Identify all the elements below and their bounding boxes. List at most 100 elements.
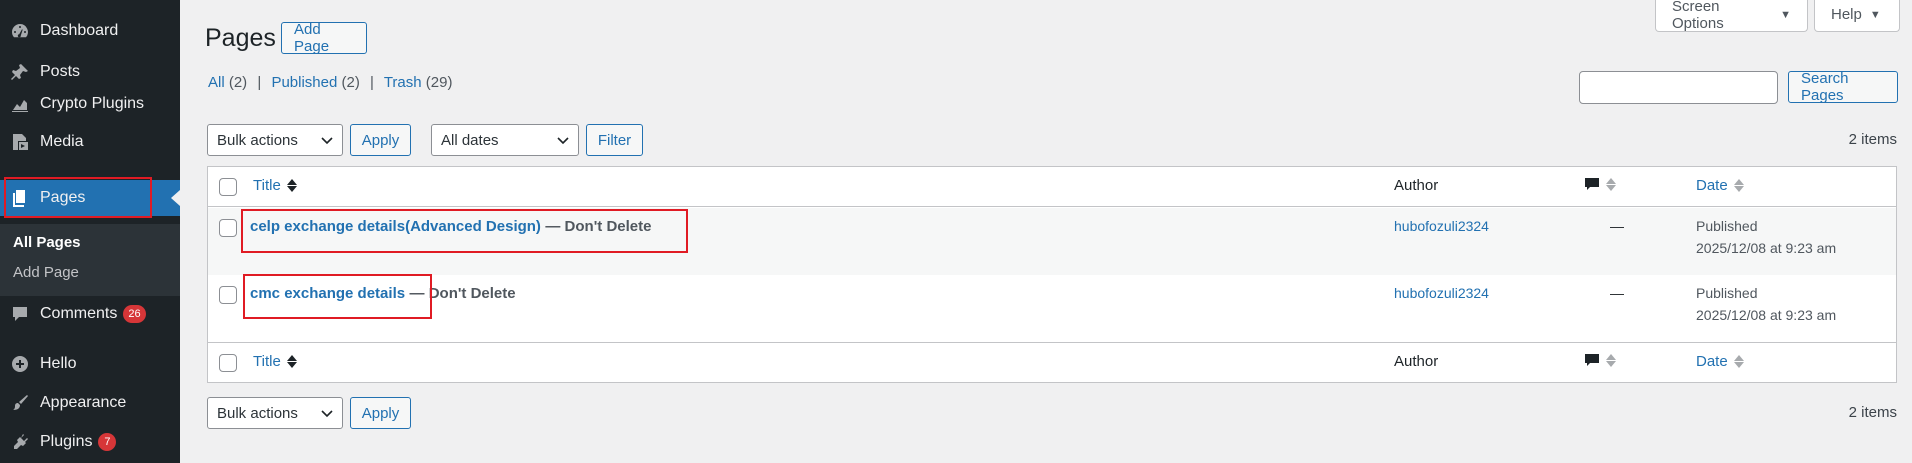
pages-submenu: All Pages Add Page [0, 224, 180, 296]
row-checkbox[interactable] [219, 219, 237, 237]
separator: | [370, 74, 374, 91]
post-date: 2025/12/08 at 9:23 am [1696, 307, 1837, 323]
page-title-link[interactable]: celp exchange details(Advanced Design) [250, 218, 541, 235]
sidebar-item-pages[interactable]: Pages [0, 180, 180, 216]
comments-count: — [1610, 218, 1624, 234]
chevron-down-icon [321, 137, 333, 145]
sidebar-item-label: Dashboard [40, 22, 119, 39]
row-title-cell: celp exchange details(Advanced Design) —… [250, 218, 651, 236]
author-column-header: Author [1394, 353, 1439, 370]
title-column-header[interactable]: Title [253, 353, 297, 370]
sort-icon [286, 355, 297, 368]
sort-icon [1733, 179, 1744, 192]
dashboard-icon [0, 21, 40, 41]
sidebar-item-label: Comments [40, 305, 118, 322]
comment-bubble-icon [1585, 354, 1599, 366]
date-filter-select[interactable]: All dates [431, 124, 579, 156]
add-page-button[interactable]: Add Page [281, 21, 367, 55]
apply-button[interactable]: Apply [350, 124, 411, 156]
sort-icon [1606, 177, 1616, 191]
date-filter-value: All dates [441, 131, 499, 149]
brush-icon [0, 393, 40, 413]
sidebar-item-label: Plugins [40, 433, 93, 450]
sidebar-item-label: Posts [40, 63, 81, 80]
filter-published-count: (2) [341, 74, 360, 91]
sidebar-item-comments[interactable]: Comments 26 [0, 296, 180, 332]
filter-button[interactable]: Filter [586, 124, 643, 156]
sidebar-item-label: Appearance [40, 394, 127, 411]
caret-down-icon: ▼ [1780, 8, 1791, 21]
comments-column-header[interactable] [1584, 352, 1616, 368]
sort-icon [1733, 355, 1744, 368]
filter-all-count: (2) [228, 74, 248, 91]
title-column-label: Title [253, 353, 281, 370]
help-label: Help [1831, 6, 1862, 23]
screen-options-label: Screen Options [1672, 0, 1724, 32]
date-column-label: Date [1696, 177, 1728, 194]
select-all-checkbox[interactable] [219, 178, 237, 196]
author-link[interactable]: hubofozuli2324 [1394, 285, 1489, 301]
filter-trash-count: (29) [425, 74, 453, 91]
chart-icon [0, 94, 40, 114]
page-title: Pages [205, 24, 276, 52]
table-header: Title Author Date [208, 167, 1896, 207]
help-button[interactable]: Help ▼ [1814, 0, 1900, 32]
plugins-count-badge: 7 [98, 433, 117, 451]
post-status: Published [1696, 285, 1758, 301]
post-state: — Don't Delete [409, 285, 516, 302]
apply-button-bottom[interactable]: Apply [350, 397, 411, 429]
page-title-link[interactable]: cmc exchange details [250, 285, 405, 302]
date-column-label: Date [1696, 353, 1728, 370]
post-state: — Don't Delete [545, 218, 652, 235]
sidebar-item-crypto-plugins[interactable]: Crypto Plugins [0, 86, 180, 122]
filter-published-link[interactable]: Published [271, 74, 337, 91]
row-title-cell: cmc exchange details — Don't Delete [250, 285, 516, 303]
table-footer: Title Author Date [208, 342, 1896, 383]
bulk-actions-value: Bulk actions [217, 404, 298, 422]
date-cell: Published 2025/12/08 at 9:23 am [1696, 282, 1836, 326]
sort-icon [1606, 353, 1616, 367]
pin-icon [0, 62, 40, 82]
title-column-header[interactable]: Title [253, 177, 297, 194]
comments-column-header[interactable] [1584, 176, 1616, 192]
author-link[interactable]: hubofozuli2324 [1394, 218, 1489, 234]
sidebar-item-hello[interactable]: Hello [0, 346, 180, 382]
table-row: cmc exchange details — Don't Delete hubo… [208, 275, 1896, 342]
submenu-all-pages[interactable]: All Pages [13, 234, 81, 251]
chevron-down-icon [321, 410, 333, 418]
row-checkbox[interactable] [219, 286, 237, 304]
table-row: celp exchange details(Advanced Design) —… [208, 208, 1896, 275]
bulk-actions-select[interactable]: Bulk actions [207, 124, 343, 156]
comments-count-badge: 26 [123, 305, 146, 323]
select-all-checkbox[interactable] [219, 354, 237, 372]
bulk-actions-value: Bulk actions [217, 131, 298, 149]
date-column-header[interactable]: Date [1696, 177, 1744, 194]
author-column-header: Author [1394, 177, 1439, 194]
comment-bubble-icon [1585, 178, 1599, 190]
sidebar-item-posts[interactable]: Posts [0, 54, 180, 90]
plus-circle-icon [0, 354, 40, 374]
sidebar-item-plugins[interactable]: Plugins 7 [0, 424, 180, 460]
sidebar-item-dashboard[interactable]: Dashboard [0, 13, 180, 49]
filter-trash-link[interactable]: Trash [384, 74, 422, 91]
screen-options-button[interactable]: Screen Options ▼ [1655, 0, 1808, 32]
date-column-header[interactable]: Date [1696, 353, 1744, 370]
search-pages-button[interactable]: Search Pages [1788, 70, 1898, 104]
comments-count: — [1610, 285, 1624, 301]
post-status: Published [1696, 218, 1758, 234]
filter-all-link[interactable]: All [208, 74, 225, 91]
chevron-down-icon [557, 137, 569, 145]
admin-sidebar: Dashboard Posts Crypto Plugins Media Pag… [0, 0, 180, 463]
comment-icon [0, 304, 40, 324]
sidebar-item-media[interactable]: Media [0, 124, 180, 160]
sidebar-item-label: Hello [40, 355, 77, 372]
search-input[interactable] [1579, 71, 1778, 104]
sidebar-item-appearance[interactable]: Appearance [0, 385, 180, 421]
sidebar-item-label: Media [40, 133, 84, 150]
items-count: 2 items [1848, 131, 1897, 148]
status-filter-links: All (2) | Published (2) | Trash (29) [208, 74, 452, 91]
submenu-add-page[interactable]: Add Page [13, 264, 79, 281]
sidebar-item-label: Pages [40, 189, 86, 206]
bulk-actions-select-bottom[interactable]: Bulk actions [207, 397, 343, 429]
sidebar-item-label: Crypto Plugins [40, 95, 145, 112]
